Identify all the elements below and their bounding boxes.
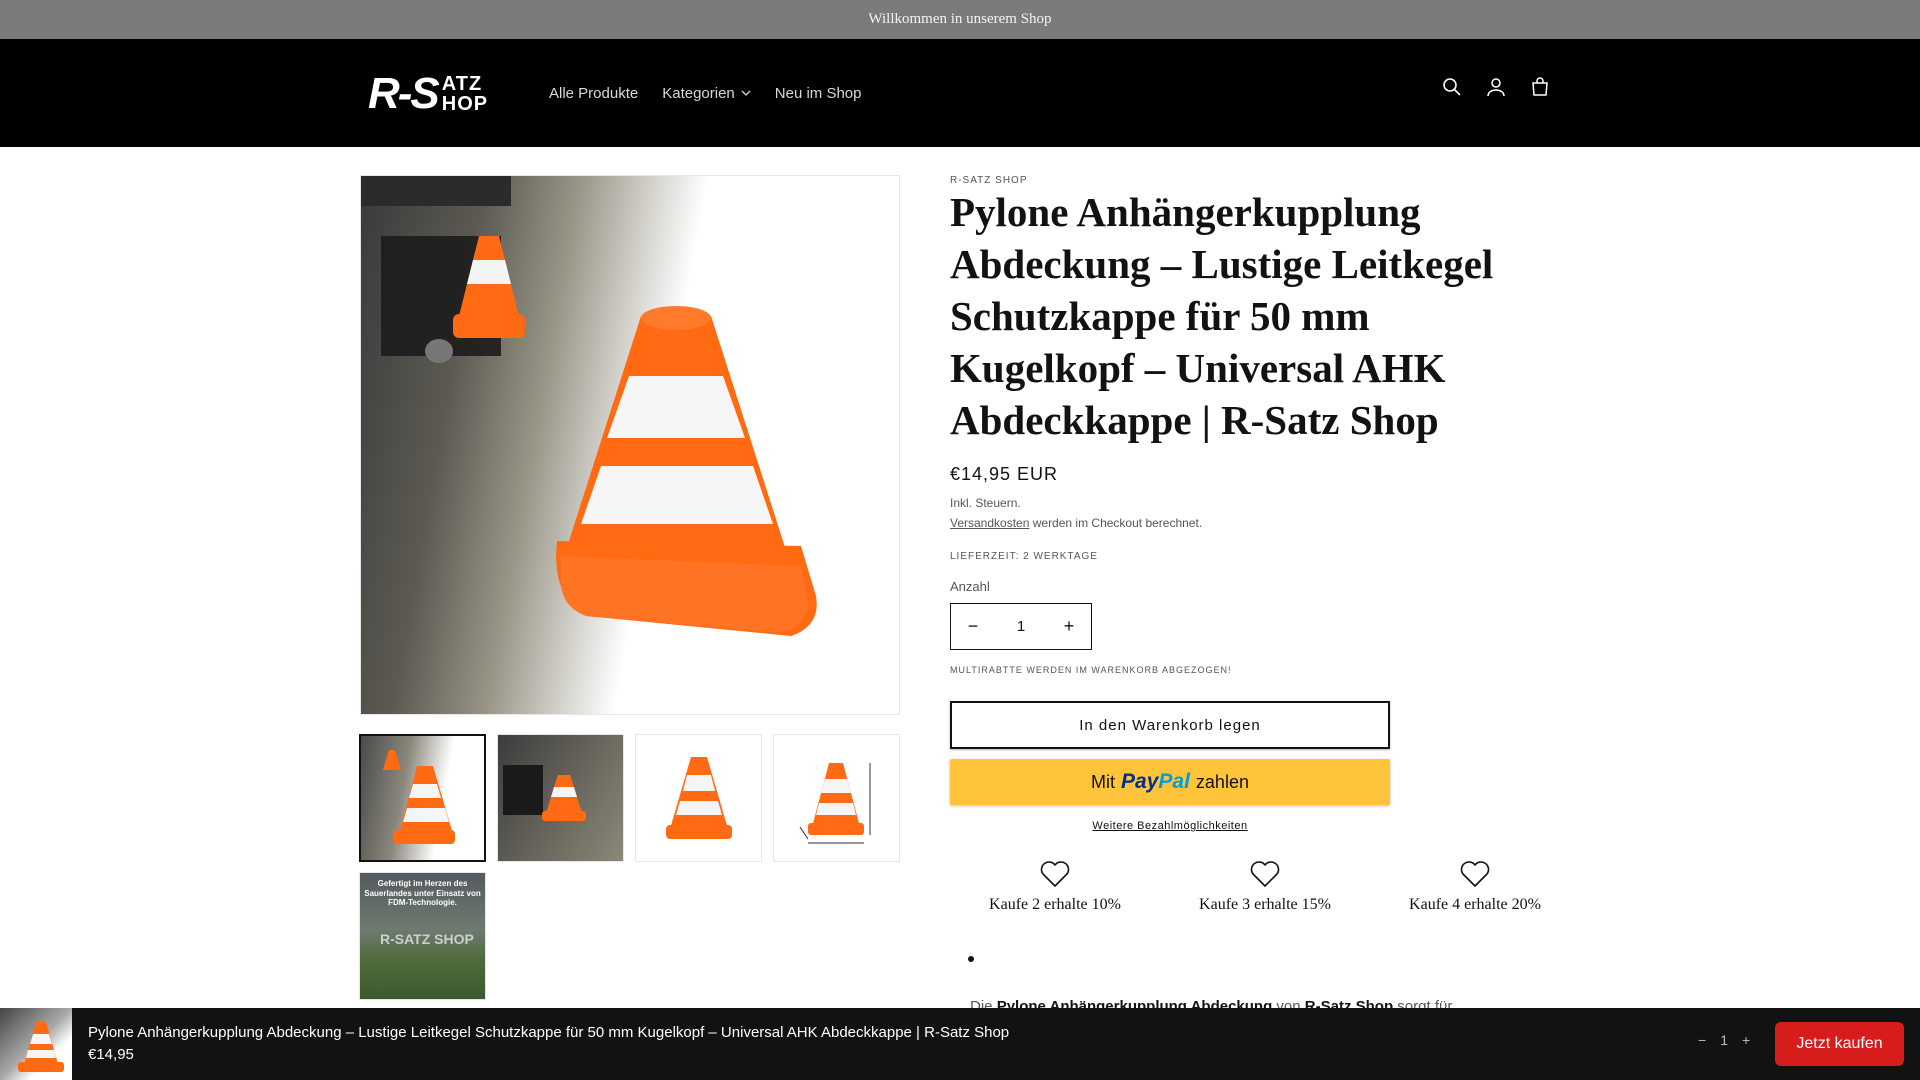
quantity-stepper: − 1 +: [950, 603, 1092, 650]
main-nav: Alle Produkte Kategorien Neu im Shop: [549, 39, 862, 147]
logo-bottom: HOP: [441, 93, 489, 115]
product-price: €14,95 EUR: [950, 464, 1059, 484]
paypal-prefix: Mit: [1091, 771, 1116, 792]
thumbnail-5[interactable]: Gefertigt im Herzen des Sauerlandes unte…: [359, 872, 486, 1000]
sticky-quantity-stepper: − 1 +: [1698, 1032, 1750, 1048]
chevron-down-icon: [741, 90, 751, 96]
logo-top: ATZ: [441, 73, 483, 95]
search-icon[interactable]: [1440, 75, 1464, 99]
shipping-note: Versandkosten werden im Checkout berechn…: [950, 516, 1202, 530]
cone-icon: [18, 1022, 64, 1072]
product-title: Pylone Anhängerkupplung Abdeckung – Lust…: [950, 189, 1494, 443]
quantity-increase-button[interactable]: +: [1057, 616, 1081, 637]
thumbnail-4[interactable]: [773, 734, 900, 862]
nav-categories-label: Kategorien: [662, 84, 735, 102]
announcement-text: Willkommen in unserem Shop: [868, 11, 1052, 27]
nav-new-in-shop[interactable]: Neu im Shop: [775, 85, 862, 102]
add-to-cart-button[interactable]: In den Warenkorb legen: [950, 701, 1390, 749]
discount-tier: Kaufe 2 erhalte 10%: [950, 860, 1160, 914]
thumbnail-logo: R-SATZ SHOP: [380, 931, 474, 947]
nav-all-products-label: Alle Produkte: [549, 84, 639, 102]
paypal-button[interactable]: Mit PayPal zahlen: [950, 759, 1390, 805]
tax-note: Inkl. Steuern.: [950, 496, 1021, 510]
quantity-decrease-button[interactable]: −: [961, 616, 985, 637]
multi-discount-note: MULTIRABTTE WERDEN IM WARENKORB ABGEZOGE…: [950, 665, 1232, 675]
cone-icon: [503, 765, 586, 821]
nav-all-products[interactable]: Alle Produkte: [549, 85, 638, 102]
shipping-note-text: werden im Checkout berechnet.: [1029, 516, 1203, 530]
nav-new-label: Neu im Shop: [774, 84, 862, 102]
sticky-product-image: [0, 1008, 72, 1080]
announcement-bar: Willkommen in unserem Shop: [0, 0, 1920, 39]
cart-icon[interactable]: [1528, 75, 1552, 99]
paypal-suffix: zahlen: [1195, 771, 1249, 792]
delivery-time: LIEFERZEIT: 2 WERKTAGE: [950, 551, 1098, 562]
quantity-value[interactable]: 1: [1017, 618, 1025, 635]
heart-icon: [1040, 861, 1070, 887]
sticky-quantity-increase[interactable]: +: [1742, 1032, 1750, 1048]
list-bullet: [968, 956, 974, 962]
heart-icon: [1250, 861, 1280, 887]
logo-stack: ATZ HOP: [442, 74, 488, 114]
product-main-image[interactable]: [360, 175, 900, 715]
more-payment-options-link[interactable]: Weitere Bezahlmöglichkeiten: [950, 820, 1390, 832]
heart-icon: [1460, 861, 1490, 887]
shipping-link[interactable]: Versandkosten: [950, 516, 1029, 530]
site-header: R-S ATZ HOP Alle Produkte Kategorien Neu…: [0, 39, 1920, 147]
logo-main: R-S: [368, 69, 440, 118]
paypal-logo-pal: Pal: [1158, 770, 1190, 793]
cone-icon: [383, 750, 455, 844]
buy-now-button[interactable]: Jetzt kaufen: [1775, 1022, 1904, 1066]
sticky-product-price: €14,95: [88, 1046, 134, 1063]
nav-categories[interactable]: Kategorien: [662, 85, 751, 102]
account-icon[interactable]: [1484, 75, 1508, 99]
traffic-cone-image: [361, 176, 817, 636]
sticky-product-title: Pylone Anhängerkupplung Abdeckung – Lust…: [88, 1024, 1010, 1041]
shop-logo[interactable]: R-S ATZ HOP: [368, 70, 503, 118]
discount-tier: Kaufe 4 erhalte 20%: [1370, 860, 1580, 914]
sticky-quantity-decrease[interactable]: −: [1698, 1032, 1706, 1048]
quantity-label: Anzahl: [950, 579, 990, 594]
discount-tiers: Kaufe 2 erhalte 10% Kaufe 3 erhalte 15% …: [950, 860, 1580, 914]
thumbnail-caption: Gefertigt im Herzen des Sauerlandes unte…: [364, 879, 481, 908]
thumbnail-1[interactable]: [359, 734, 486, 862]
discount-tier: Kaufe 3 erhalte 15%: [1160, 860, 1370, 914]
sticky-buy-bar: Pylone Anhängerkupplung Abdeckung – Lust…: [0, 1008, 1920, 1080]
cone-icon: [666, 757, 732, 839]
discount-text: Kaufe 3 erhalte 15%: [1199, 896, 1331, 913]
thumbnail-3[interactable]: [635, 734, 762, 862]
paypal-logo: PayPal: [1121, 770, 1190, 794]
discount-text: Kaufe 2 erhalte 10%: [989, 896, 1121, 913]
cone-dimensions-icon: [799, 763, 871, 844]
thumbnail-2[interactable]: [497, 734, 624, 862]
paypal-logo-pay: Pay: [1121, 770, 1159, 793]
product-vendor: R-SATZ SHOP: [950, 175, 1028, 186]
discount-text: Kaufe 4 erhalte 20%: [1409, 896, 1541, 913]
header-icons: [1440, 75, 1552, 99]
sticky-quantity-value[interactable]: 1: [1720, 1032, 1728, 1048]
